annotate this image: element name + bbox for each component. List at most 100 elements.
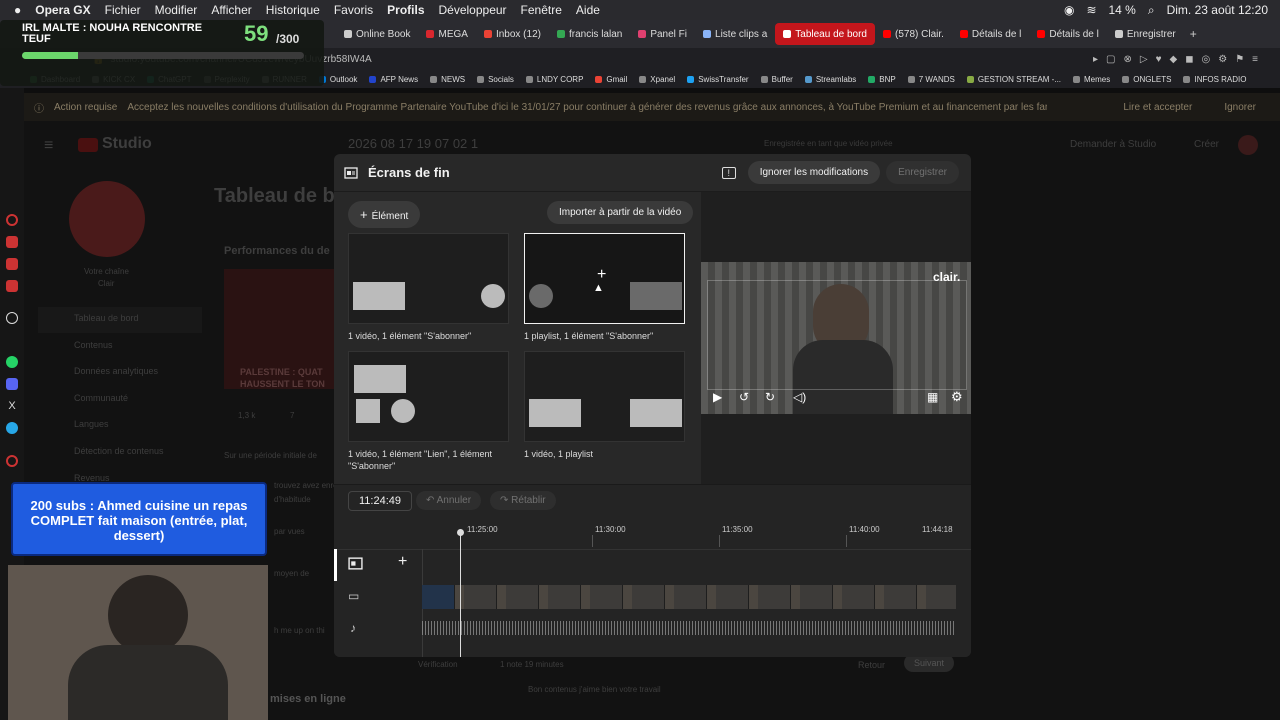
clock[interactable]: Dim. 23 août 12:20	[1167, 3, 1268, 17]
playhead-handle[interactable]	[457, 529, 464, 536]
template-card-selected[interactable]: + ▲	[524, 233, 685, 324]
whatsapp-icon[interactable]	[6, 356, 18, 368]
search-icon[interactable]: ⌕	[1148, 3, 1155, 18]
video-track-strip[interactable]	[422, 585, 956, 609]
timecode-field[interactable]: 11:24:49	[348, 491, 413, 511]
discord-icon[interactable]	[6, 378, 18, 390]
opera-gx-icon[interactable]	[6, 214, 18, 226]
browser-tab[interactable]: Enregistrer	[1107, 23, 1184, 45]
accept-link[interactable]: Lire et accepter	[1123, 102, 1192, 113]
browser-tab-active[interactable]: Tableau de bord	[775, 23, 875, 45]
undo-button[interactable]: ↶ Annuler	[416, 491, 482, 510]
video-preview[interactable]: clair. ▶ ↺ ↻ ◁) ▦ ⚙	[701, 262, 971, 414]
browser-tab[interactable]: Inbox (12)	[476, 23, 549, 45]
add-element-button[interactable]: + Élément	[348, 201, 421, 228]
end-screens-dialog: Écrans de fin ! Ignorer les modification…	[334, 154, 971, 657]
bookmark-item[interactable]: SwissTransfer	[687, 75, 749, 84]
template-caption: 1 playlist, 1 élément "S'abonner"	[524, 331, 654, 341]
feedback-icon[interactable]: !	[721, 166, 736, 179]
bookmark-item[interactable]: AFP News	[369, 75, 418, 84]
browser-tab[interactable]: Online Book	[336, 23, 418, 45]
bookmark-item[interactable]: Buffer	[760, 75, 793, 84]
video-title: 2026 08 17 19 07 02 1	[348, 136, 479, 151]
channel-avatar[interactable]	[69, 181, 145, 257]
bookmark-item[interactable]: INFOS RADIO	[1183, 75, 1247, 84]
chatgpt-icon[interactable]	[6, 312, 18, 324]
nav-item[interactable]: Tableau de bord	[74, 313, 139, 323]
bookmark-item[interactable]: Memes	[1073, 75, 1110, 84]
browser-tab[interactable]: Détails de l	[952, 23, 1029, 45]
tab-favicon-icon	[638, 30, 647, 38]
status-icon[interactable]: ◉	[1064, 3, 1074, 17]
browser-tab[interactable]: (578) Clair.	[875, 23, 952, 45]
menu-item[interactable]: Favoris	[334, 3, 373, 17]
bookmark-item[interactable]: Streamlabs	[804, 74, 857, 84]
bookmark-item[interactable]: Socials	[477, 75, 514, 84]
apple-icon[interactable]: ●	[14, 3, 21, 17]
rewind-10-icon[interactable]: ↺	[739, 390, 749, 404]
telegram-icon[interactable]	[6, 422, 18, 434]
browser-tab[interactable]: Détails de l	[1029, 23, 1106, 45]
forward-10-icon[interactable]: ↻	[765, 390, 775, 404]
bookmark-item[interactable]: Gmail	[595, 75, 627, 84]
nav-item[interactable]: Langues	[74, 419, 109, 429]
back-button[interactable]: Retour	[858, 660, 885, 670]
play-icon[interactable]: ▶	[713, 390, 722, 404]
discard-changes-button[interactable]: Ignorer les modifications	[747, 161, 881, 184]
bookmark-item[interactable]: 7 WANDS	[907, 75, 955, 84]
bookmark-item[interactable]: GESTION STREAM -...	[966, 75, 1061, 84]
sidebar-app-icon[interactable]	[6, 258, 18, 270]
browser-tab[interactable]: MEGA	[418, 23, 475, 45]
x-icon[interactable]: X	[6, 400, 18, 412]
battery-text[interactable]: 14 %	[1109, 3, 1136, 17]
bookmark-label: Streamlabs	[815, 74, 857, 84]
ask-studio-button[interactable]: Demander à Studio	[1070, 139, 1156, 150]
playhead[interactable]	[460, 531, 461, 657]
menu-icon[interactable]: ≡	[44, 137, 53, 155]
template-card[interactable]	[348, 233, 509, 324]
sidebar-app-icon[interactable]	[6, 455, 18, 467]
nav-item[interactable]: Communauté	[74, 393, 128, 403]
bookmark-item[interactable]: Xpanel	[639, 75, 675, 84]
template-card[interactable]	[348, 351, 509, 442]
sidebar-app-icon[interactable]	[6, 236, 18, 248]
bookmark-icon	[760, 75, 768, 83]
redo-button[interactable]: ↷ Rétablir	[490, 491, 556, 510]
wifi-icon[interactable]: ≋	[1086, 3, 1096, 17]
browser-tab[interactable]: Panel Fi	[630, 23, 695, 45]
menu-item[interactable]: Fenêtre	[521, 3, 562, 17]
bookmark-item[interactable]: Outlook	[318, 75, 357, 84]
nav-item[interactable]: Détection de contenus	[74, 446, 164, 456]
menu-item[interactable]: Aide	[576, 3, 600, 17]
bookmark-item[interactable]: ONGLETS	[1122, 75, 1171, 84]
template-card[interactable]	[524, 351, 685, 442]
browser-tab[interactable]: francis lalan	[549, 23, 630, 45]
add-element-track-icon[interactable]: +	[398, 553, 407, 571]
menu-item[interactable]: Historique	[266, 3, 320, 17]
browser-tab[interactable]: Liste clips a	[695, 23, 775, 45]
new-tab-icon[interactable]: +	[1190, 27, 1197, 41]
studio-brand[interactable]: Studio	[102, 135, 152, 153]
menu-item[interactable]: Afficher	[211, 3, 251, 17]
menu-item[interactable]: Développeur	[439, 3, 507, 17]
menu-app[interactable]: Opera GX	[35, 3, 90, 17]
avatar[interactable]	[1238, 135, 1258, 155]
bookmark-item[interactable]: NEWS	[430, 75, 465, 84]
settings-icon[interactable]: ⚙	[951, 389, 963, 405]
create-button[interactable]: Créer	[1194, 139, 1219, 150]
import-from-video-button[interactable]: Importer à partir de la vidéo	[547, 201, 694, 224]
volume-icon[interactable]: ◁)	[793, 390, 806, 404]
nav-item[interactable]: Données analytiques	[74, 366, 158, 376]
bookmark-label: BNP	[879, 74, 896, 84]
menu-item[interactable]: Fichier	[105, 3, 141, 17]
bookmark-item[interactable]: LNDY CORP	[525, 75, 583, 84]
nav-item[interactable]: Contenus	[74, 340, 113, 350]
bookmark-item[interactable]: BNP	[868, 74, 896, 84]
menu-item[interactable]: Profils	[387, 3, 424, 17]
ignore-link[interactable]: Ignorer	[1224, 102, 1256, 113]
sidebar-app-icon[interactable]	[6, 280, 18, 292]
grid-icon[interactable]: ▦	[927, 390, 938, 404]
menu-item[interactable]: Modifier	[155, 3, 198, 17]
save-button[interactable]: Enregistrer	[886, 161, 959, 184]
toolbar-icons[interactable]: ▸▢⊗▷♥◆◼◎⚙⚑≡	[1093, 54, 1266, 65]
